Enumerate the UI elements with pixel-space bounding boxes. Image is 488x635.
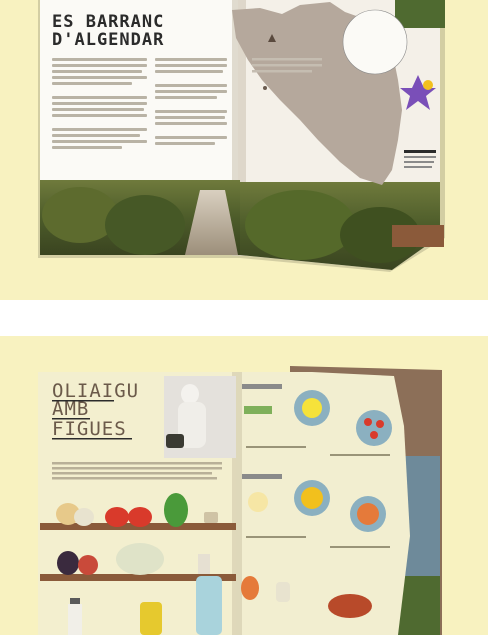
back-cover-edge	[392, 225, 444, 247]
fig-half	[78, 555, 98, 575]
small-jar	[198, 554, 210, 574]
map-point	[263, 86, 267, 90]
terracotta-bowl	[328, 594, 372, 618]
intro-text	[52, 467, 222, 470]
top-title-line-1: ES BARRANC	[52, 12, 165, 32]
spice	[204, 512, 218, 523]
cucumber-slices	[244, 406, 272, 414]
tomato-1	[105, 507, 129, 527]
bottom-magazine: OLIAIGU AMB FIGUES	[0, 336, 488, 635]
salt-shaker	[68, 604, 82, 635]
water-bottle	[196, 576, 222, 635]
knife-2	[242, 474, 282, 479]
right-text-7	[404, 166, 432, 168]
left-text-line	[155, 136, 227, 139]
left-text-line	[52, 114, 147, 117]
left-text-line	[52, 134, 140, 137]
right-text-4	[404, 150, 436, 153]
photo-separator	[0, 300, 488, 336]
top-title-line-2: D'ALGENDAR	[52, 30, 165, 50]
garlic-clove	[276, 582, 290, 602]
left-text-line	[155, 110, 227, 113]
foliage-1	[42, 187, 118, 243]
bottom-title-line-2: AMB	[52, 398, 90, 420]
bottom-title-line-3: FIGUES	[52, 418, 127, 440]
bowl-oil-inner	[302, 398, 322, 418]
left-text-line	[52, 76, 147, 79]
statue-head	[181, 384, 199, 404]
left-text-line	[155, 70, 223, 73]
bowl-mix-1-inner	[301, 487, 323, 509]
bowl-tomatoes	[356, 410, 392, 446]
left-text-line	[52, 70, 142, 73]
pepper-slice	[248, 492, 268, 512]
left-text-line	[52, 146, 122, 149]
top-magazine: ES BARRANC D'ALGENDAR	[0, 0, 488, 300]
intro-text	[52, 462, 222, 465]
left-text-line	[155, 122, 227, 125]
foliage-2	[105, 195, 185, 255]
right-text-5	[404, 156, 436, 158]
left-text-line	[52, 64, 147, 67]
tomato-piece	[364, 418, 372, 426]
tomato-piece	[376, 420, 384, 428]
left-text-line	[52, 108, 144, 111]
left-text-line	[155, 84, 227, 87]
left-text-line	[155, 142, 215, 145]
right-text-1	[252, 58, 322, 61]
left-text-line	[155, 90, 227, 93]
right-text-2	[252, 64, 322, 67]
statue-pot	[166, 434, 184, 448]
right-text-6	[404, 161, 434, 163]
left-text-line	[155, 96, 217, 99]
left-text-line	[52, 82, 132, 85]
left-text-line	[155, 116, 225, 119]
right-text-3	[252, 70, 312, 73]
garlic	[74, 508, 94, 526]
caption	[246, 446, 306, 448]
left-text-line	[52, 96, 147, 99]
salt-cap	[70, 598, 80, 604]
left-text-line	[52, 128, 147, 131]
intro-text	[52, 472, 212, 475]
tomato-half	[241, 576, 259, 600]
badge-yellow	[423, 80, 433, 90]
left-text-line	[52, 102, 147, 105]
caption	[330, 546, 390, 548]
foliage-3	[245, 190, 355, 260]
map-inset-circle	[342, 9, 408, 75]
fig	[57, 551, 79, 575]
tomato-piece	[370, 431, 378, 439]
left-text-line	[155, 64, 227, 67]
caption	[246, 536, 306, 538]
left-text-line	[52, 140, 147, 143]
caption	[330, 454, 390, 456]
left-text-line	[155, 58, 227, 61]
intro-text	[52, 477, 217, 480]
plant-photo	[395, 0, 445, 28]
left-text-line	[52, 58, 147, 61]
bread	[116, 543, 164, 575]
green-pepper	[164, 493, 188, 527]
oil-bottle	[140, 602, 162, 635]
tomato-2	[128, 507, 152, 527]
bowl-mix-2-inner	[357, 503, 379, 525]
knife-1	[242, 384, 282, 389]
